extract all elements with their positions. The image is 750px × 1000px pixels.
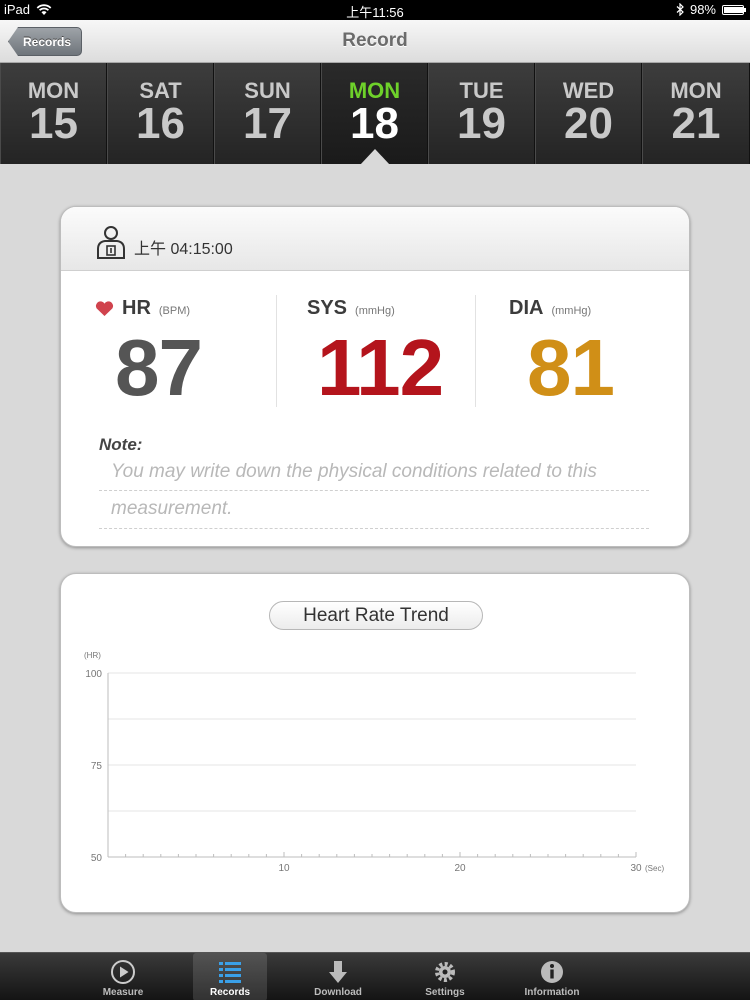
note-input[interactable]: You may write down the physical conditio… <box>111 461 597 483</box>
x-axis-label: (Sec) <box>645 864 664 873</box>
day-wed-20[interactable]: WED 20 <box>535 63 642 164</box>
day-number: 19 <box>457 99 506 148</box>
page-title: Record <box>342 30 408 51</box>
hr-label: HR <box>122 297 151 319</box>
navigation-bar: Records Record <box>0 20 750 63</box>
day-number: 15 <box>29 99 78 148</box>
record-card-header: 上午 04:15:00 <box>61 207 689 271</box>
info-icon <box>541 961 563 983</box>
note-input-line2[interactable]: measurement. <box>111 498 232 520</box>
hr-unit: (BPM) <box>158 305 191 317</box>
person-icon <box>97 226 125 259</box>
day-mon-15[interactable]: MON 15 <box>0 63 107 164</box>
day-number: 20 <box>564 99 613 148</box>
x-tick-label: 30 <box>630 863 642 874</box>
dia-label: DIA <box>509 297 544 319</box>
y-axis-label: (HR) <box>84 651 101 660</box>
metric-divider <box>475 295 476 407</box>
battery-percent: 98% <box>689 2 716 17</box>
day-number: 21 <box>671 99 721 148</box>
heart-icon <box>95 300 114 316</box>
sys-unit: (mmHg) <box>355 305 395 317</box>
gear-icon <box>435 962 455 982</box>
y-tick-label: 50 <box>91 853 103 864</box>
selected-day-pointer <box>359 149 390 165</box>
download-arrow-icon <box>329 961 347 983</box>
y-tick-label: 100 <box>85 669 102 680</box>
tab-label: Download <box>314 987 362 998</box>
day-sun-17[interactable]: SUN 17 <box>214 63 321 164</box>
note-line <box>99 528 649 529</box>
trend-card: Heart Rate Trend 100 75 50 10 20 30 (HR) (Sec) <box>60 573 690 913</box>
tab-download[interactable]: Download <box>301 953 375 1000</box>
y-tick-label: 75 <box>91 761 103 772</box>
day-mon-21[interactable]: MON 21 <box>642 63 750 164</box>
record-time: 上午 04:15:00 <box>134 241 233 258</box>
tab-label: Information <box>524 987 580 998</box>
play-circle-icon <box>111 960 135 984</box>
dia-value: 81 <box>527 323 615 412</box>
tab-measure[interactable]: Measure <box>86 953 160 1000</box>
bluetooth-icon <box>676 3 684 16</box>
tab-label: Settings <box>425 987 465 998</box>
status-time: 上午11:56 <box>346 5 404 20</box>
status-bar: iPad 上午11:56 98% <box>0 0 750 20</box>
day-tue-19[interactable]: TUE 19 <box>428 63 535 164</box>
metric-hr: HR (BPM) 87 <box>95 297 203 412</box>
sys-value: 112 <box>317 323 444 412</box>
note-label: Note: <box>99 435 143 454</box>
dia-unit: (mmHg) <box>551 305 592 317</box>
tab-bar: Measure Records Download Settings Informatio… <box>0 952 750 1000</box>
metric-sys: SYS (mmHg) 112 <box>307 297 444 412</box>
heart-rate-chart: 100 75 50 10 20 30 (HR) (Sec) <box>84 651 664 874</box>
day-number: 18 <box>350 99 399 148</box>
metric-divider <box>276 295 277 407</box>
x-tick-label: 20 <box>454 863 466 874</box>
hr-value: 87 <box>115 323 203 412</box>
note-line <box>99 490 649 491</box>
tab-label: Records <box>209 987 250 998</box>
x-tick-label: 10 <box>278 863 290 874</box>
record-card: 上午 04:15:00 HR (BPM) 87 SYS (mmHg) 112 D… <box>60 206 690 547</box>
tab-label: Measure <box>102 987 144 998</box>
day-sat-16[interactable]: SAT 16 <box>107 63 214 164</box>
tab-information[interactable]: Information <box>515 953 589 1000</box>
day-mon-18[interactable]: MON 18 <box>321 63 428 165</box>
day-selector: MON 15 SAT 16 SUN 17 MON 18 TUE 19 WED 20 MON 21 <box>0 63 750 165</box>
list-icon <box>219 962 241 983</box>
tab-records[interactable]: Records <box>193 953 267 1000</box>
tab-settings[interactable]: Settings <box>408 953 482 1000</box>
day-number: 17 <box>243 99 292 148</box>
sys-label: SYS <box>307 297 348 319</box>
day-number: 16 <box>136 99 185 148</box>
battery-icon <box>722 4 746 15</box>
metric-dia: DIA (mmHg) 81 <box>509 297 615 412</box>
